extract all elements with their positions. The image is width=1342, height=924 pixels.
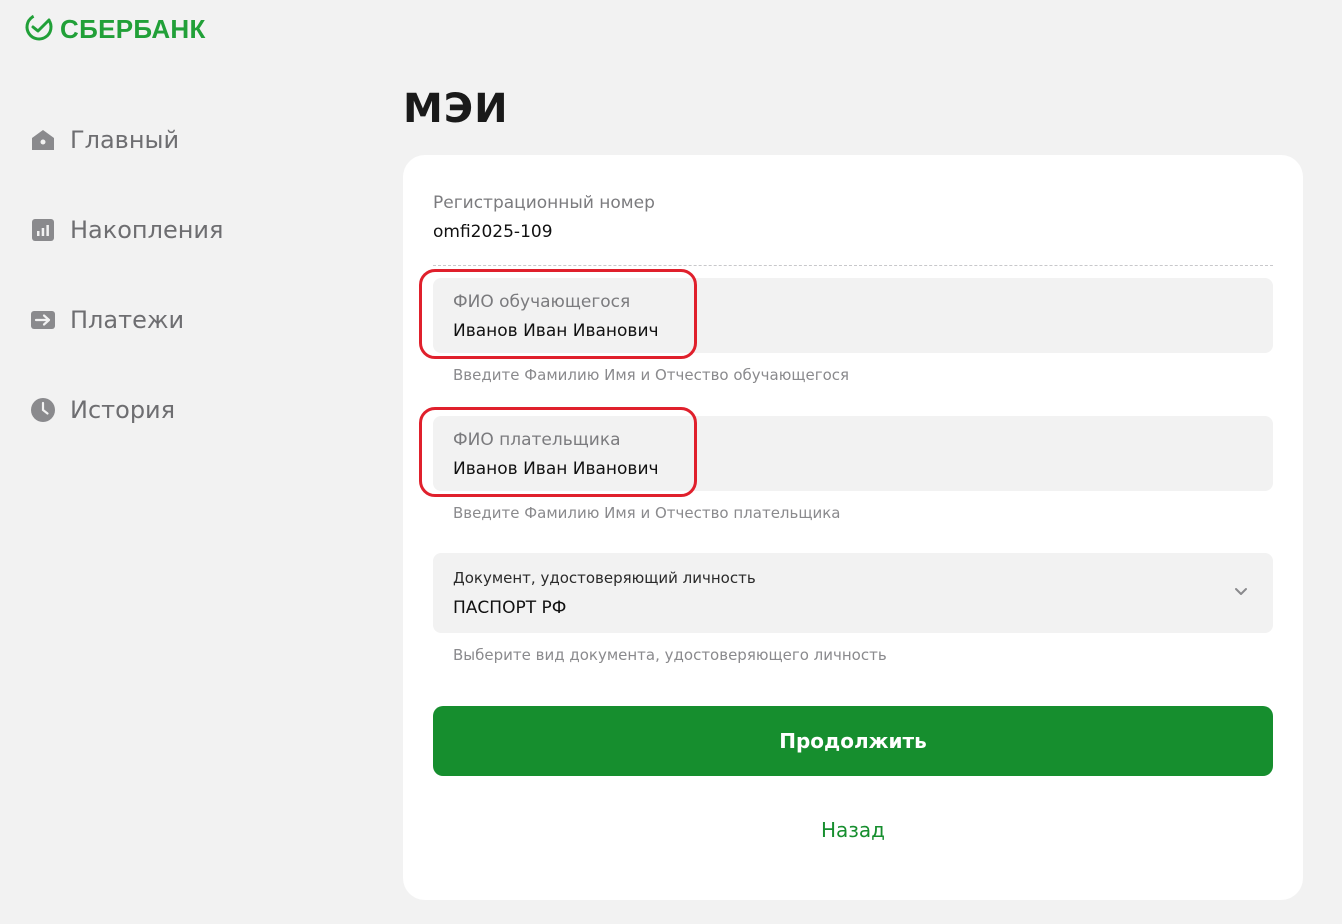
payer-name-label: ФИО плательщика bbox=[453, 430, 621, 450]
payer-name-field[interactable]: ФИО плательщика Иванов Иван Иванович bbox=[433, 416, 1273, 491]
page-title: МЭИ bbox=[403, 86, 509, 132]
sidebar-nav: Главный Накопления Платежи История bbox=[30, 120, 223, 480]
sidebar-item-label: Главный bbox=[70, 126, 180, 154]
document-type-hint: Выберите вид документа, удостоверяющего … bbox=[453, 646, 887, 664]
chevron-down-icon[interactable] bbox=[1233, 583, 1249, 603]
sidebar-item-label: Накопления bbox=[70, 216, 224, 244]
sidebar-item-payments[interactable]: Платежи bbox=[30, 300, 223, 340]
arrow-right-icon bbox=[30, 307, 56, 333]
clock-icon bbox=[30, 397, 56, 423]
payer-name-hint: Введите Фамилию Имя и Отчество плательщи… bbox=[453, 504, 841, 522]
divider bbox=[433, 265, 1273, 266]
reg-number-value: omfi2025-109 bbox=[433, 222, 553, 242]
chart-icon bbox=[30, 217, 56, 243]
sidebar-item-label: Платежи bbox=[70, 306, 185, 334]
document-type-label: Документ, удостоверяющий личность bbox=[453, 569, 756, 587]
payment-form-card: Регистрационный номер omfi2025-109 ФИО о… bbox=[403, 155, 1303, 900]
sidebar-item-main[interactable]: Главный bbox=[30, 120, 223, 160]
document-type-select[interactable]: Документ, удостоверяющий личность ПАСПОР… bbox=[433, 553, 1273, 633]
sidebar-item-label: История bbox=[70, 396, 176, 424]
reg-number-label: Регистрационный номер bbox=[433, 193, 655, 213]
sidebar-item-savings[interactable]: Накопления bbox=[30, 210, 223, 250]
payer-name-value[interactable]: Иванов Иван Иванович bbox=[453, 459, 659, 479]
student-name-value[interactable]: Иванов Иван Иванович bbox=[453, 321, 659, 341]
continue-button[interactable]: Продолжить bbox=[433, 706, 1273, 776]
brand-name: СБЕРБАНК bbox=[60, 13, 206, 44]
document-type-value: ПАСПОРТ РФ bbox=[453, 598, 567, 618]
sidebar-item-history[interactable]: История bbox=[30, 390, 223, 430]
sber-logo-icon bbox=[24, 12, 54, 46]
sberbank-logo[interactable]: СБЕРБАНК bbox=[24, 12, 206, 46]
student-name-hint: Введите Фамилию Имя и Отчество обучающег… bbox=[453, 366, 850, 384]
back-button[interactable]: Назад bbox=[433, 810, 1273, 850]
home-icon bbox=[30, 127, 56, 153]
student-name-field[interactable]: ФИО обучающегося Иванов Иван Иванович bbox=[433, 278, 1273, 353]
student-name-label: ФИО обучающегося bbox=[453, 292, 631, 312]
